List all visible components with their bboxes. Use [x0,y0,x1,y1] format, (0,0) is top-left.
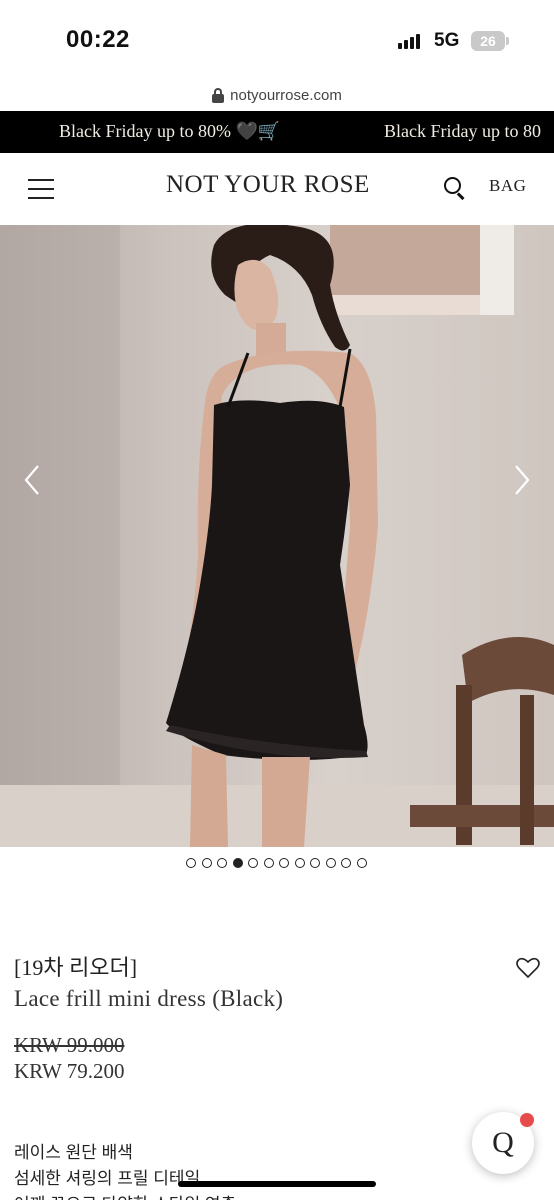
carousel-next-arrow[interactable] [512,463,532,497]
menu-icon[interactable] [28,177,54,201]
product-photo [0,225,554,847]
description-line: 어깨 끈으로 다양한 스타일 연출 [14,1192,236,1200]
carousel-dot[interactable] [201,858,212,868]
carousel-dot[interactable] [186,858,196,868]
network-type: 5G [434,30,460,51]
carousel-dot[interactable] [325,858,336,868]
promo-text-repeat: Black Friday up to 80 [384,121,541,141]
description-line: 레이스 원단 배색 [14,1143,133,1162]
site-logo[interactable]: NOT YOUR ROSE [166,171,370,199]
promo-banner[interactable]: Black Friday up to 80% 🖤🛒 Black Friday u… [0,111,554,153]
carousel-dot[interactable] [232,858,243,868]
price-sale: KRW 79.200 [14,1059,125,1083]
carousel-dots [186,858,367,870]
product-name: Lace frill mini dress (Black) [14,986,284,1011]
carousel-prev-arrow[interactable] [22,463,42,497]
carousel-dot[interactable] [356,858,367,868]
promo-text: Black Friday up to 80% 🖤🛒 [59,121,281,141]
search-icon[interactable] [444,177,466,200]
url-text: notyourrose.com [230,86,342,104]
lock-icon [212,87,225,103]
address-bar[interactable]: notyourrose.com [0,80,554,110]
signal-icon [398,33,424,49]
carousel-dot[interactable] [279,858,289,868]
status-time: 00:22 [66,26,130,53]
battery-icon: 26 [471,31,505,51]
chat-notification-badge [520,1113,534,1127]
home-indicator[interactable] [178,1181,376,1187]
carousel-dot[interactable] [248,858,258,868]
product-description: 레이스 원단 배색 섬세한 셔링의 프릴 디테일 어깨 끈으로 다양한 스타일 … [14,1140,236,1200]
wishlist-heart-icon[interactable] [516,957,540,979]
battery-tip [506,37,509,45]
description-line: 섬세한 셔링의 프릴 디테일 [14,1169,201,1188]
site-header: NOT YOUR ROSE BAG [0,153,554,225]
carousel-dot[interactable] [341,858,351,868]
status-bar: 00:22 5G 26 [0,0,554,80]
carousel-dot[interactable] [310,858,320,868]
carousel-dot[interactable] [217,858,227,868]
carousel-dot[interactable] [263,858,274,868]
price-original: KRW 99.000 [14,1033,125,1057]
product-image-carousel[interactable] [0,225,554,847]
product-tag: [19차 리오더] [14,955,138,980]
bag-link[interactable]: BAG [489,176,526,196]
carousel-dot[interactable] [294,858,305,868]
